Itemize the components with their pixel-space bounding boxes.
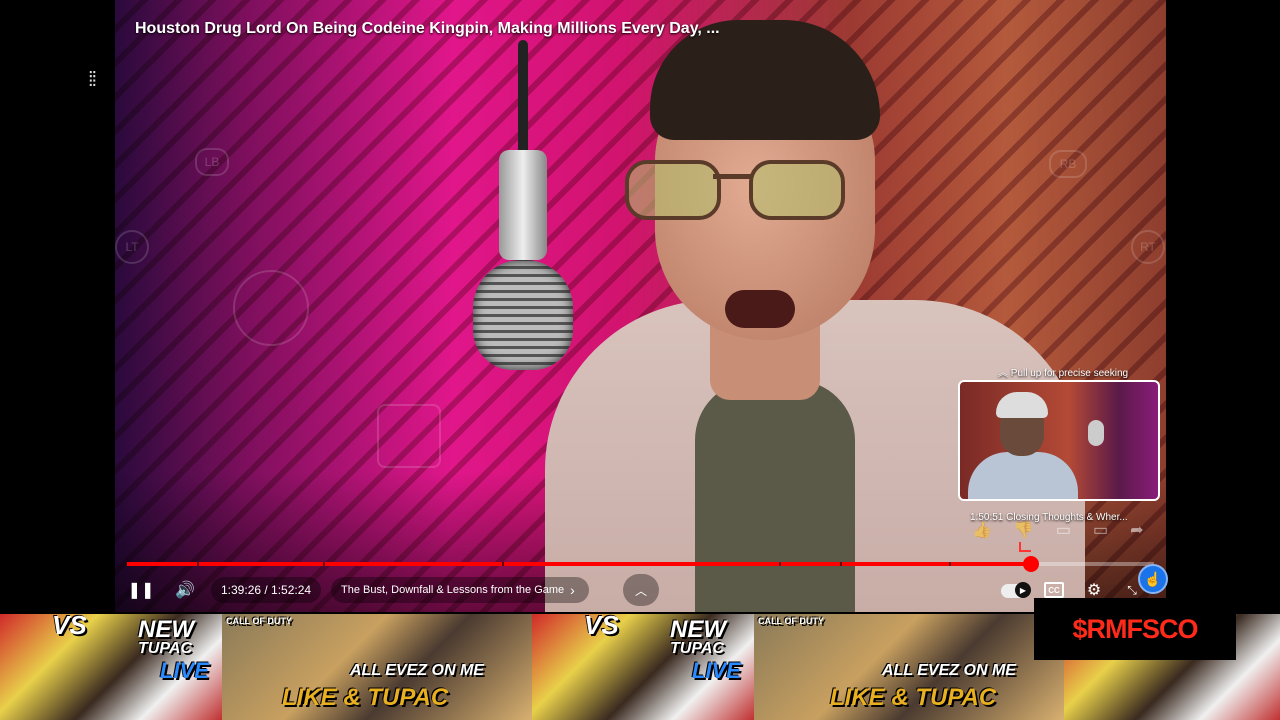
seek-preview-label: 1:50:51 Closing Thoughts & Wher...	[970, 512, 1128, 523]
ticker-tile: VS NEW TUPAC LIVE	[0, 614, 222, 720]
share-icon: ➦	[1130, 522, 1144, 539]
exit-fullscreen-icon: ⤡	[1127, 582, 1137, 597]
overlay-button-rb: RB	[1049, 150, 1087, 178]
ticker-tile: VS NEW TUPAC LIVE	[532, 614, 754, 720]
mute-button[interactable]: 🔊	[171, 572, 199, 608]
seek-bar-played	[127, 562, 1031, 566]
brand-watermark: $RMFSCO	[1034, 598, 1236, 660]
seek-hover-marker	[1019, 542, 1031, 552]
overlay-button-lb: LB	[195, 148, 229, 176]
dislike-icon: 👎	[1013, 522, 1034, 539]
seek-bar[interactable]	[127, 562, 1154, 566]
autoplay-toggle[interactable]	[1001, 582, 1031, 598]
video-title: Houston Drug Lord On Being Codeine Kingp…	[135, 20, 720, 37]
captions-button[interactable]: CC	[1044, 582, 1064, 598]
player-controls: ❚❚ 🔊 1:39:26 / 1:52:24 The Bust, Downfal…	[115, 572, 1166, 608]
overlay-dpad	[377, 404, 441, 468]
ticker-tile: CALL OF DUTY ALL EVEZ ON ME LIKE & TUPAC	[222, 614, 532, 720]
seek-preview-timestamp: 1:50:51	[970, 512, 1004, 523]
ticker-tile: CALL OF DUTY ALL EVEZ ON ME LIKE & TUPAC	[754, 614, 1064, 720]
microphone	[473, 40, 573, 370]
faint-action-row: 👍 👎 ▭ ▭ ➦	[972, 520, 1144, 540]
seek-scrubber[interactable]	[1022, 556, 1039, 572]
pause-button[interactable]: ❚❚	[127, 572, 155, 608]
time-display: 1:39:26 / 1:52:24	[211, 577, 322, 603]
chevron-up-icon: ︿	[634, 583, 647, 598]
gear-icon: ⚙	[1086, 582, 1102, 599]
pause-icon: ❚❚	[127, 582, 155, 599]
chapter-button[interactable]: The Bust, Downfall & Lessons from the Ga…	[331, 577, 589, 603]
chapter-label: The Bust, Downfall & Lessons from the Ga…	[341, 584, 565, 596]
overlay-button-lt: LT	[115, 230, 149, 264]
comment-icon: ▭	[1055, 522, 1071, 539]
double-chevron-up-icon: ︽	[998, 368, 1008, 379]
overlay-joystick	[233, 270, 309, 346]
save-icon: ▭	[1092, 522, 1109, 539]
overlay-button-rt: RT	[1131, 230, 1165, 264]
expand-button[interactable]: ︿	[623, 574, 659, 606]
seek-thumbnail-preview	[958, 380, 1160, 501]
drag-handle-icon[interactable]: ⁞⁞	[88, 70, 102, 100]
like-icon: 👍	[972, 522, 992, 539]
seek-hint: ︽ Pull up for precise seeking	[998, 368, 1129, 379]
chevron-right-icon: ›	[570, 582, 575, 598]
seek-preview-chapter: Closing Thoughts & Wher...	[1006, 512, 1128, 523]
touch-cursor-icon: ☝	[1138, 564, 1168, 594]
volume-icon: 🔊	[175, 582, 195, 599]
sunglasses	[625, 160, 855, 220]
